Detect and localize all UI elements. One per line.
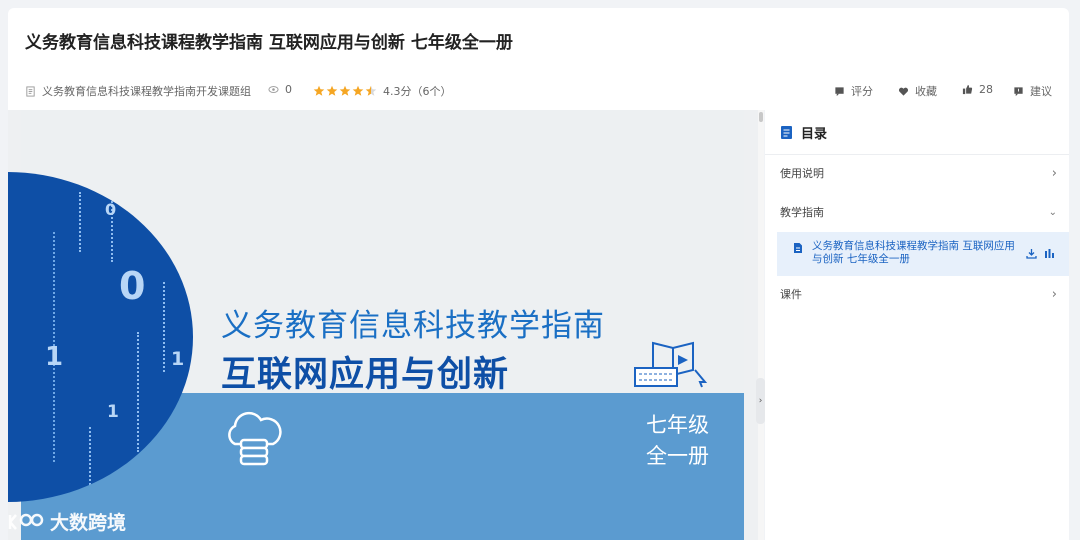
toc-header: 目录 xyxy=(765,110,1069,155)
rating-stars xyxy=(313,85,377,97)
star-icon xyxy=(352,85,364,96)
document-icon xyxy=(26,85,35,97)
toc-item-courseware[interactable]: 课件 › xyxy=(780,284,1057,304)
collapse-sidebar-button[interactable]: › xyxy=(756,378,765,424)
star-icon xyxy=(326,85,338,96)
scroll-thumb[interactable] xyxy=(759,112,763,122)
dotted-line xyxy=(137,332,139,452)
rate-button[interactable]: 评分 xyxy=(834,83,873,99)
book-cover: 0 1 0 1 1 1 0 义务教育信息科技教学指南 互联网应用与创新 七年级 xyxy=(8,110,744,540)
watermark: 大数跨境 xyxy=(6,508,126,535)
eye-icon xyxy=(268,86,279,93)
like-count: 28 xyxy=(979,83,993,96)
author-name: 义务教育信息科技课程教学指南开发课题组 xyxy=(42,85,251,98)
viewer-scrollbar[interactable] xyxy=(758,110,764,540)
toc-doc-item-active[interactable]: 义务教育信息科技课程教学指南 互联网应用与创新 七年级全一册 xyxy=(777,232,1069,276)
binary-digit: 1 xyxy=(107,402,119,422)
suggest-button[interactable]: 建议 xyxy=(1013,83,1052,99)
flag-icon xyxy=(835,86,844,96)
heart-icon xyxy=(898,87,909,96)
grade-line2: 全一册 xyxy=(646,444,709,468)
thumbs-up-icon xyxy=(962,84,973,95)
toc-item-guide[interactable]: 教学指南 ⌄ xyxy=(780,202,1057,222)
binary-digit: 1 xyxy=(171,348,185,370)
dotted-line xyxy=(163,282,165,372)
grade-line1: 七年级 xyxy=(646,413,709,437)
rating-text: 4.3分（6个） xyxy=(383,85,452,98)
dotted-line xyxy=(111,182,113,262)
star-icon xyxy=(339,85,351,96)
half-star-icon xyxy=(365,85,377,96)
view-count: 0 xyxy=(268,83,292,96)
rating: 4.3分（6个） xyxy=(313,83,452,99)
toc-item-label: 课件 xyxy=(780,288,802,301)
toc-item-label: 教学指南 xyxy=(780,206,824,219)
chevron-down-icon: ⌄ xyxy=(1048,206,1057,218)
meta-bar: 义务教育信息科技课程教学指南开发课题组 0 4.3分（6个） 评分 收藏 28 … xyxy=(8,83,1069,103)
stats-icon[interactable] xyxy=(1044,248,1055,259)
binary-digit: 0 xyxy=(105,200,117,219)
suggest-label: 建议 xyxy=(1030,85,1052,98)
watermark-logo-icon xyxy=(8,513,44,530)
cover-title-line1: 义务教育信息科技教学指南 xyxy=(221,308,605,344)
binary-digit: 0 xyxy=(147,450,161,474)
favorite-button[interactable]: 收藏 xyxy=(898,83,937,99)
grade-label: 七年级 全一册 xyxy=(646,410,709,472)
toc-item-usage[interactable]: 使用说明 › xyxy=(780,163,1057,183)
cloud-server-icon xyxy=(228,411,282,466)
cover-title-line2: 互联网应用与创新 xyxy=(221,355,510,395)
chevron-right-icon: › xyxy=(758,396,763,406)
binary-digit: 1 xyxy=(181,232,193,253)
chevron-right-icon: › xyxy=(1051,286,1057,302)
download-icon[interactable] xyxy=(1026,248,1037,259)
document-viewer[interactable]: 0 1 0 1 1 1 0 义务教育信息科技教学指南 互联网应用与创新 七年级 xyxy=(8,110,758,540)
view-count-value: 0 xyxy=(285,83,292,96)
like-button[interactable]: 28 xyxy=(962,83,993,96)
rate-label: 评分 xyxy=(851,85,873,98)
resource-header: 义务教育信息科技课程教学指南 互联网应用与创新 七年级全一册 义务教育信息科技课… xyxy=(8,8,1069,110)
toc-heading: 目录 xyxy=(801,126,828,142)
file-icon xyxy=(794,243,802,253)
laptop-book-icon xyxy=(634,341,708,388)
toc-sidebar: 目录 使用说明 › 教学指南 ⌄ 义务教育信息科技课程教学指南 互联网应用与创新… xyxy=(765,110,1069,540)
watermark-text: 大数跨境 xyxy=(50,512,127,534)
dotted-line xyxy=(79,192,81,252)
toc-doc-title: 义务教育信息科技课程教学指南 互联网应用与创新 七年级全一册 xyxy=(812,240,1015,265)
binary-digit: 1 xyxy=(45,342,64,372)
star-icon xyxy=(313,85,325,96)
toc-item-label: 使用说明 xyxy=(780,167,824,180)
favorite-label: 收藏 xyxy=(915,85,937,98)
catalog-icon xyxy=(781,125,792,139)
author-info: 义务教育信息科技课程教学指南开发课题组 xyxy=(25,83,251,99)
feedback-icon xyxy=(1014,86,1023,96)
binary-digit: 0 xyxy=(119,264,146,308)
chevron-right-icon: › xyxy=(1051,165,1057,181)
dotted-line xyxy=(89,427,91,497)
page-title: 义务教育信息科技课程教学指南 互联网应用与创新 七年级全一册 xyxy=(25,33,513,53)
